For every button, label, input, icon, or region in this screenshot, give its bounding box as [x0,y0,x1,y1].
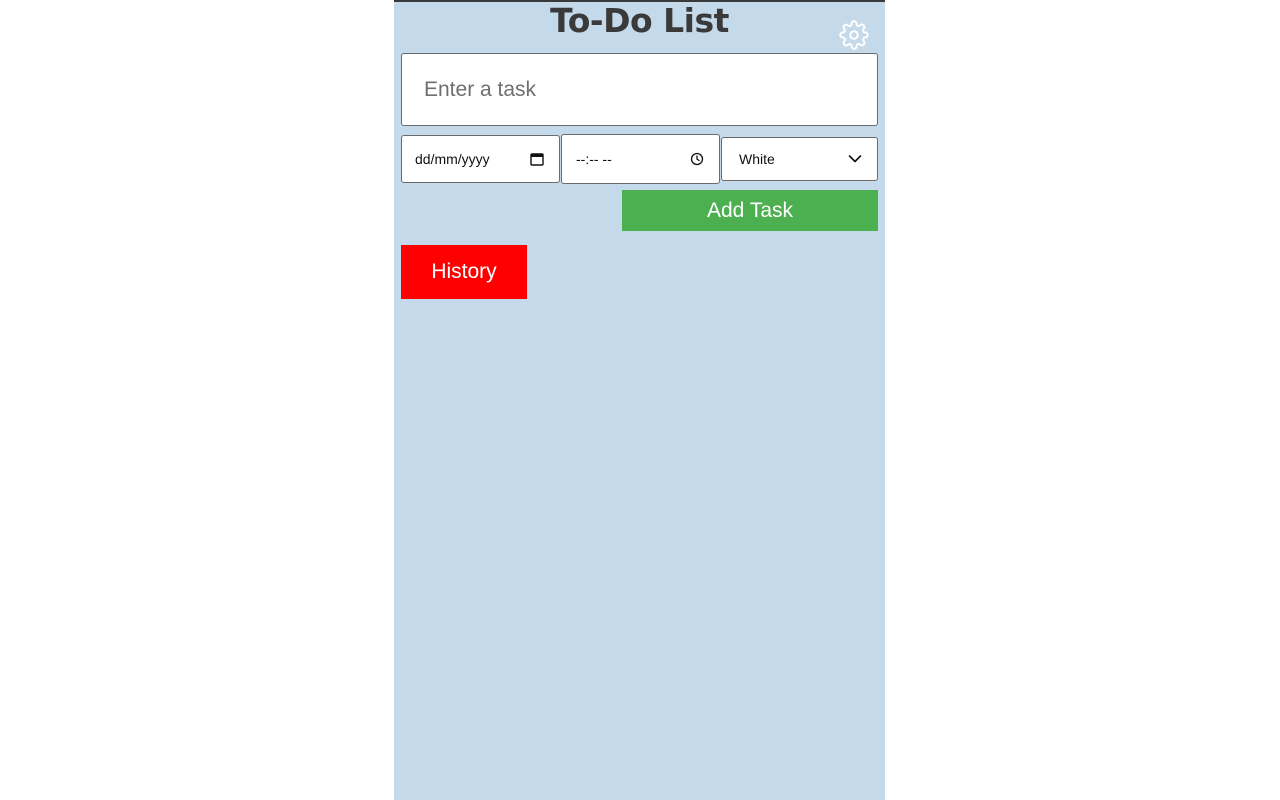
date-placeholder: dd/mm/yyyy [415,151,490,167]
clock-icon[interactable] [688,150,706,168]
settings-button[interactable] [839,20,869,50]
calendar-icon[interactable] [528,150,546,168]
todo-app: To-Do List dd/mm/yyyy --:-- -- White Add… [394,0,885,800]
time-input[interactable]: --:-- -- [561,134,720,184]
chevron-down-icon [846,150,864,168]
date-input[interactable]: dd/mm/yyyy [401,135,560,183]
time-placeholder: --:-- -- [576,151,612,167]
color-selected-value: White [739,151,775,167]
page-title: To-Do List [550,1,729,40]
color-select[interactable]: White [721,137,878,181]
add-task-button[interactable]: Add Task [622,190,878,231]
history-button[interactable]: History [401,245,527,299]
gear-icon [839,20,869,50]
task-input[interactable] [401,53,878,126]
